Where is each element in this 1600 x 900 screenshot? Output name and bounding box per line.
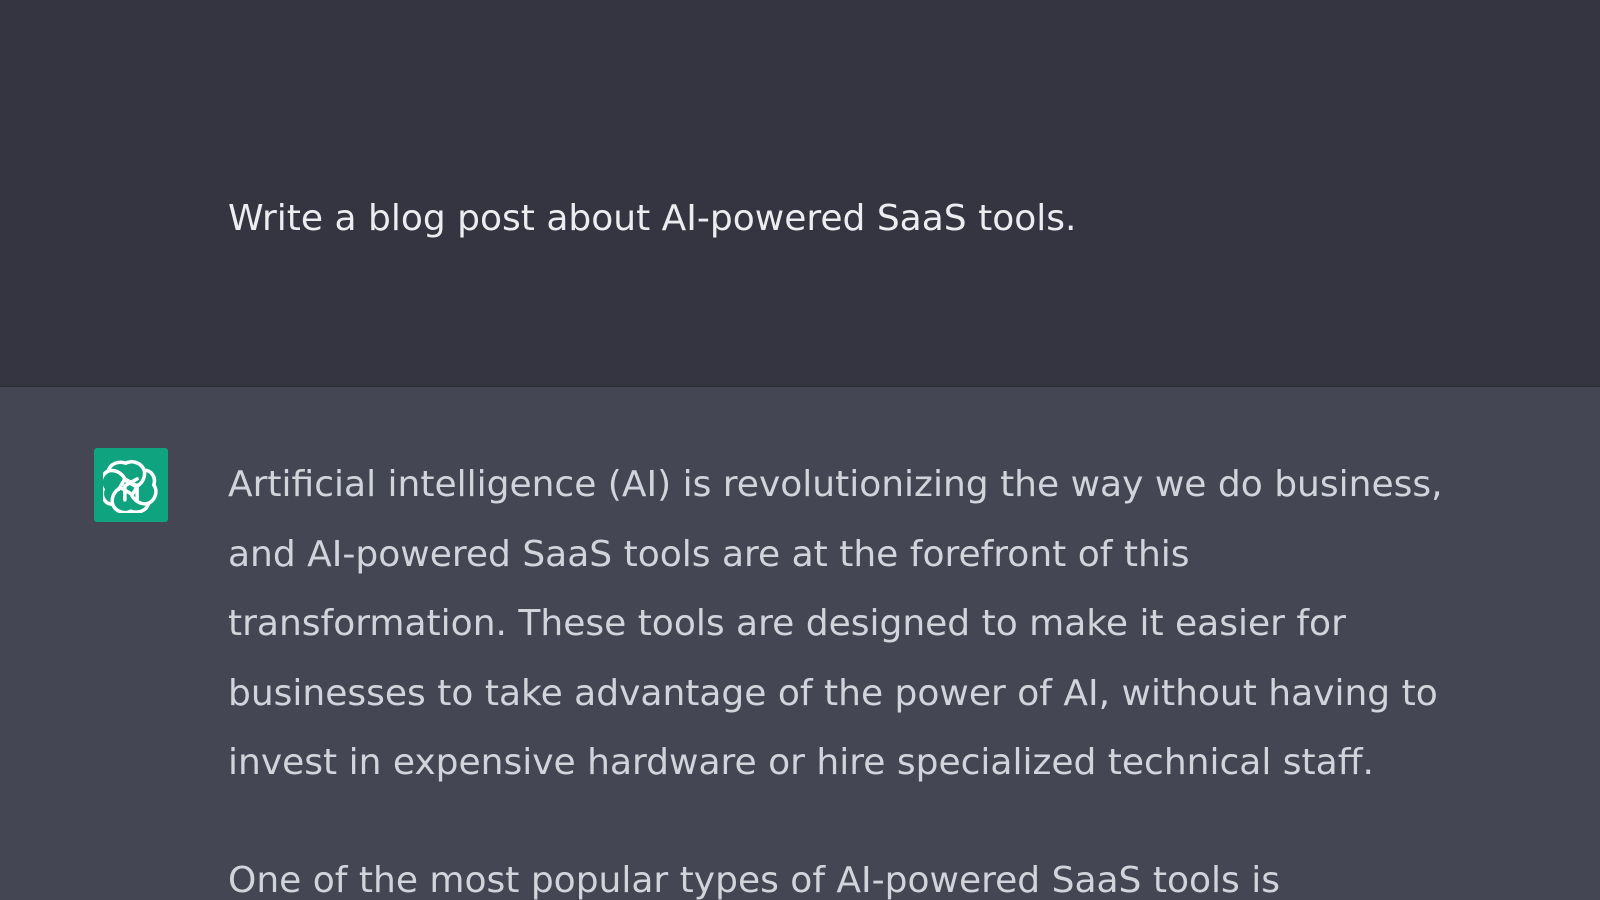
- user-message: Write a blog post about AI-powered SaaS …: [0, 0, 1600, 387]
- response-line: One of the most popular types of AI-powe…: [228, 859, 1280, 900]
- assistant-avatar: [94, 448, 168, 522]
- user-prompt-text: Write a blog post about AI-powered SaaS …: [228, 198, 1077, 239]
- assistant-paragraph: Artificial intelligence (AI) is revoluti…: [228, 450, 1443, 798]
- response-line: Artificial intelligence (AI) is revoluti…: [228, 464, 1443, 505]
- assistant-response: Artificial intelligence (AI) is revoluti…: [228, 450, 1443, 900]
- response-line: transformation. These tools are designed…: [228, 603, 1346, 644]
- openai-logo-icon: [103, 460, 158, 513]
- response-line: and AI-powered SaaS tools are at the for…: [228, 533, 1190, 575]
- chat-conversation: Write a blog post about AI-powered SaaS …: [0, 0, 1600, 900]
- response-line: businesses to take advantage of the powe…: [228, 672, 1438, 714]
- assistant-paragraph: One of the most popular types of AI-powe…: [228, 846, 1433, 900]
- response-line: invest in expensive hardware or hire spe…: [228, 742, 1374, 783]
